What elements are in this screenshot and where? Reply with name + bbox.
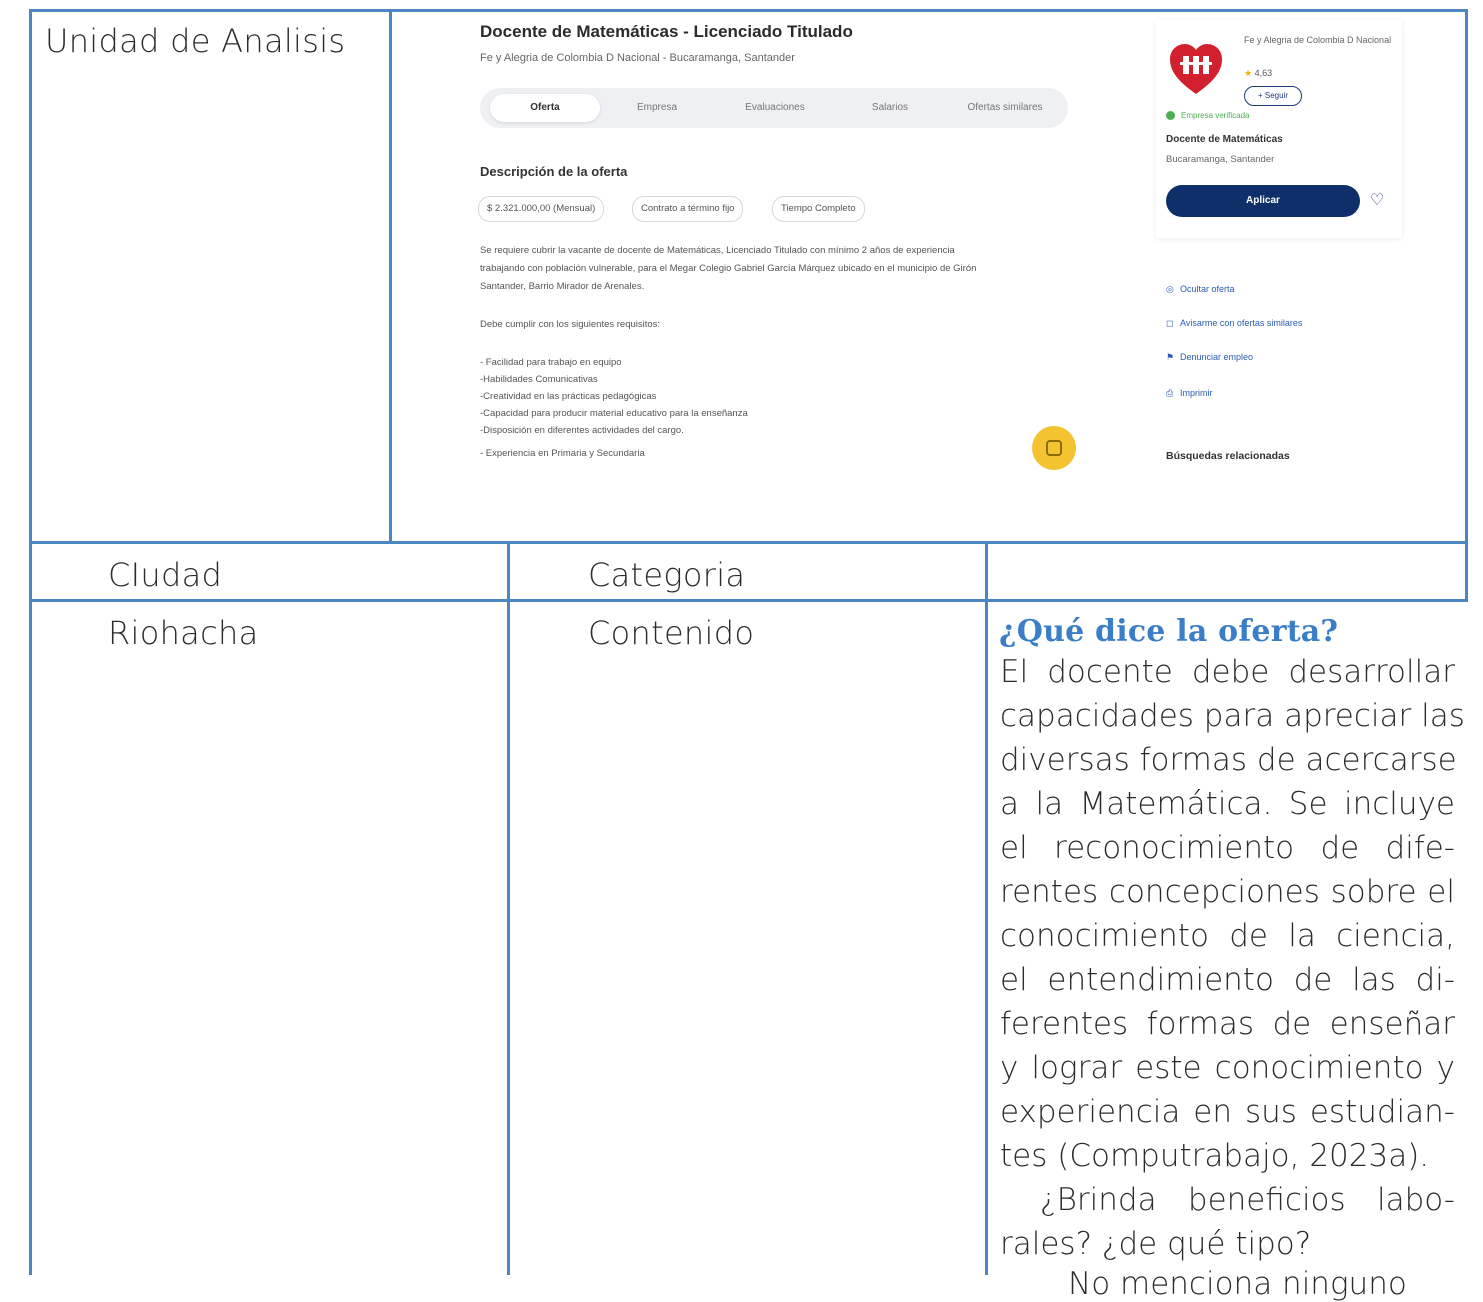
categoria-value: Contenido [588, 614, 755, 652]
verified-badge: Empresa verificada [1166, 111, 1250, 121]
job-subtitle: Fe y Alegria de Colombia D Nacional - Bu… [480, 52, 795, 64]
tab-bar: Oferta Empresa Evaluaciones Salarios Ofe… [480, 88, 1068, 128]
description-line: trabajando con población vulnerable, par… [480, 263, 977, 274]
analysis-line: El docente debe desarrollar [1000, 654, 1455, 690]
analysis-line: el reconocimiento de dife- [1000, 830, 1455, 866]
card-job-title: Docente de Matemáticas [1166, 134, 1283, 145]
requirement-item: - Facilidad para trabajo en equipo [480, 357, 622, 368]
schedule-chip: Tiempo Completo [772, 196, 865, 222]
heart-icon[interactable]: ♡ [1367, 191, 1387, 211]
action-label: Ocultar oferta [1180, 284, 1235, 294]
related-searches-heading: Búsquedas relacionadas [1166, 450, 1290, 462]
unidad-analisis-label: Unidad de Analisis [45, 22, 346, 60]
tab-ofertas-similares[interactable]: Ofertas similares [950, 94, 1060, 122]
benefits-question: rales? ¿de qué tipo? [1000, 1226, 1312, 1262]
analysis-line: capacidades para apreciar las [1000, 698, 1465, 734]
company-name: Fe y Alegria de Colombia D Nacional [1244, 35, 1392, 45]
categoria-header: Categoria [588, 556, 746, 594]
ciudad-header: CIudad [108, 556, 223, 594]
requirement-item: -Creatividad en las prácticas pedagógica… [480, 391, 657, 402]
verified-label: Empresa verificada [1181, 111, 1250, 120]
follow-button[interactable]: + Seguir [1244, 86, 1302, 106]
analysis-line: a la Matemática. Se incluye [1000, 786, 1455, 822]
tab-evaluaciones[interactable]: Evaluaciones [720, 94, 830, 122]
tab-empresa[interactable]: Empresa [612, 94, 702, 122]
analysis-title: ¿Qué dice la oferta? [999, 614, 1339, 649]
shield-check-icon [1166, 111, 1175, 121]
action-label: Imprimir [1180, 388, 1213, 398]
flag-icon: ⚑ [1166, 352, 1175, 362]
job-offer-screenshot: Docente de Matemáticas - Licenciado Titu… [474, 14, 1404, 484]
col-divider-3 [985, 541, 988, 1275]
benefits-answer: No menciona ninguno [1068, 1266, 1407, 1302]
requirement-item: -Disposición en diferentes actividades d… [480, 425, 684, 436]
table-border-top [29, 9, 1468, 12]
description-heading: Descripción de la oferta [480, 164, 628, 179]
apply-button[interactable]: Aplicar [1166, 185, 1360, 217]
eye-off-icon: ◎ [1166, 284, 1174, 294]
description-line: Debe cumplir con los siguientes requisit… [480, 319, 661, 330]
star-icon: ★ [1244, 68, 1253, 78]
row-divider-1 [29, 541, 1468, 544]
row-divider-2 [29, 599, 1468, 602]
analysis-line: rentes concepciones sobre el [1000, 874, 1455, 910]
table-border-left [29, 9, 32, 1275]
analysis-line: y lograr este conocimiento y [1000, 1050, 1455, 1086]
tab-oferta[interactable]: Oferta [490, 94, 600, 122]
salary-chip: $ 2.321.000,00 (Mensual) [478, 196, 605, 222]
company-logo [1170, 44, 1222, 94]
tab-salarios[interactable]: Salarios [850, 94, 930, 122]
table-border-right [1465, 9, 1468, 602]
requirement-item: -Capacidad para producir material educat… [480, 408, 748, 419]
requirement-item: - Experiencia en Primaria y Secundaria [480, 448, 645, 459]
rating-value: 4,63 [1254, 68, 1273, 78]
ciudad-value: Riohacha [108, 614, 259, 652]
analysis-line: conocimiento de la ciencia, [1000, 918, 1455, 954]
col-divider-top [389, 9, 392, 543]
chat-icon [1046, 440, 1062, 456]
action-label: Denunciar empleo [1180, 352, 1254, 362]
card-location: Bucaramanga, Santander [1166, 154, 1275, 165]
contract-chip: Contrato a término fijo [632, 196, 744, 222]
analysis-line: diversas formas de acercarse [1000, 742, 1457, 778]
company-rating: ★ 4,63 [1244, 68, 1272, 79]
hide-offer-link[interactable]: ◎ Ocultar oferta [1166, 284, 1235, 295]
description-line: Se requiere cubrir la vacante de docente… [480, 245, 955, 256]
analysis-line: experiencia en sus estudian- [1000, 1094, 1455, 1130]
col-divider-2 [507, 541, 510, 1275]
print-icon: ⎙ [1166, 388, 1174, 398]
benefits-question: ¿Brinda beneficios labo- [1040, 1182, 1455, 1218]
analysis-line: ferentes formas de enseñar [1000, 1006, 1455, 1042]
description-line: Santander, Barrio Mirador de Arenales. [480, 281, 645, 292]
action-label: Avisarme con ofertas similares [1180, 318, 1303, 328]
analysis-line: el entendimiento de las di- [1000, 962, 1455, 998]
job-title: Docente de Matemáticas - Licenciado Titu… [480, 22, 853, 41]
print-link[interactable]: ⎙ Imprimir [1166, 388, 1213, 399]
similar-alerts-link[interactable]: ◻ Avisarme con ofertas similares [1166, 318, 1302, 329]
bell-icon: ◻ [1166, 318, 1174, 328]
report-job-link[interactable]: ⚑ Denunciar empleo [1166, 352, 1253, 363]
analysis-line: tes (Computrabajo, 2023a). [1000, 1138, 1430, 1174]
requirement-item: -Habilidades Comunicativas [480, 374, 598, 385]
